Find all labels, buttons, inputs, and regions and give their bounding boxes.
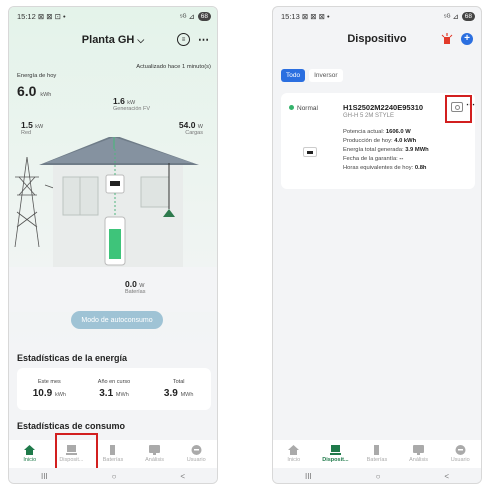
self-consumption-mode-button[interactable]: Modo de autoconsumo: [71, 311, 163, 329]
consumption-stats-title: Estadísticas de consumo: [17, 421, 126, 431]
message-icon[interactable]: ≡: [177, 33, 190, 46]
tab-devices[interactable]: Disposit...: [315, 440, 357, 468]
back-button[interactable]: <: [444, 472, 449, 481]
stat-total: Total 3.9 MWh: [163, 379, 194, 399]
tab-user[interactable]: Usuario: [175, 440, 217, 468]
user-icon: [455, 445, 466, 455]
home-button[interactable]: ○: [376, 472, 381, 481]
device-filters: Todo Inversor: [281, 69, 343, 82]
status-time: 15:12: [17, 11, 36, 21]
add-device-button[interactable]: +: [461, 33, 473, 45]
device-icon: [329, 445, 341, 455]
tab-home[interactable]: Inicio: [273, 440, 315, 468]
home-icon: [288, 445, 300, 455]
plant-name: Planta GH: [81, 34, 135, 46]
status-bar: 15:13 ⊠ ⊠ ⊠ • ⁵ᴳ ⊿ 68: [273, 7, 481, 25]
chevron-down-icon: ⌵: [137, 34, 145, 45]
tab-batteries[interactable]: Baterías: [92, 440, 134, 468]
battery-icon: [371, 445, 382, 455]
device-status: Normal: [289, 105, 318, 112]
load-power: 54.0 W Cargas: [178, 120, 203, 136]
tab-analysis[interactable]: Análisis: [134, 440, 176, 468]
tab-batteries[interactable]: Baterías: [356, 440, 398, 468]
filter-all[interactable]: Todo: [281, 69, 306, 82]
system-nav-bar: III ○ <: [273, 468, 481, 483]
device-serial: H1S2502M2240E95310: [343, 103, 424, 112]
alarm-icon[interactable]: [441, 33, 453, 45]
status-dot-icon: [289, 105, 294, 110]
energy-flow-diagram: [9, 137, 217, 312]
analysis-icon: [413, 445, 425, 455]
signal-icon: ⁵ᴳ ⊿: [443, 11, 459, 21]
device-screen: 15:13 ⊠ ⊠ ⊠ • ⁵ᴳ ⊿ 68 Dispositivo + Todo …: [272, 6, 482, 484]
notification-icons: ⊠ ⊠ ⊠ •: [301, 11, 330, 21]
tab-user[interactable]: Usuario: [439, 440, 481, 468]
energy-stats-title: Estadísticas de la energía: [17, 353, 128, 363]
stat-month: Este mes 10.9 kWh: [32, 379, 66, 399]
device-details: Potencia actual: 1606.0 W Producción de …: [343, 129, 429, 171]
signal-icon: ⁵ᴳ ⊿: [179, 11, 195, 21]
highlight-settings-icon: [445, 95, 472, 123]
home-icon: [24, 445, 36, 455]
battery-icon: [107, 445, 118, 455]
back-button[interactable]: <: [180, 472, 185, 481]
battery-level: 68: [461, 11, 475, 21]
recent-apps-button[interactable]: III: [305, 472, 312, 481]
energy-today: 6.0 kWh: [17, 83, 52, 99]
home-button[interactable]: ○: [112, 472, 117, 481]
pv-generation: 1.6 kW Generación FV: [113, 96, 150, 112]
device-model: GH-H 5 2M STYLE: [343, 113, 395, 119]
tab-home[interactable]: Inicio: [9, 440, 51, 468]
notification-icons: ⊠ ⊠ ⊡ •: [37, 11, 66, 21]
highlight-devices-tab: [55, 433, 98, 470]
user-icon: [191, 445, 202, 455]
inverter-icon: [303, 147, 317, 157]
status-bar: 15:12 ⊠ ⊠ ⊡ • ⁵ᴳ ⊿ 68: [9, 7, 217, 25]
battery-power: 0.0 W Baterías: [125, 279, 146, 295]
bottom-tab-bar: Inicio Disposit... Baterías Análisis Usu…: [9, 440, 217, 468]
energy-stats-card: Este mes 10.9 kWh Año en curso 3.1 MWh T…: [17, 368, 211, 410]
bottom-tab-bar: Inicio Disposit... Baterías Análisis Usu…: [273, 440, 481, 468]
status-time: 15:13: [281, 11, 300, 21]
energy-today-label: Energía de hoy: [17, 73, 57, 79]
updated-text: Actualizado hace 1 minuto(s): [136, 64, 211, 70]
more-icon[interactable]: ⋯: [198, 33, 209, 46]
system-nav-bar: III ○ <: [9, 468, 217, 483]
grid-power: 1.5 kW Red: [21, 120, 44, 136]
filter-inverter[interactable]: Inversor: [309, 69, 343, 82]
stat-year: Año en curso 3.1 MWh: [97, 379, 131, 399]
home-screen: 15:12 ⊠ ⊠ ⊡ • ⁵ᴳ ⊿ 68 Planta GH ⌵ ≡ ⋯ Actu…: [8, 6, 218, 484]
tab-analysis[interactable]: Análisis: [398, 440, 440, 468]
analysis-icon: [149, 445, 161, 455]
recent-apps-button[interactable]: III: [41, 472, 48, 481]
battery-level: 68: [197, 11, 211, 21]
